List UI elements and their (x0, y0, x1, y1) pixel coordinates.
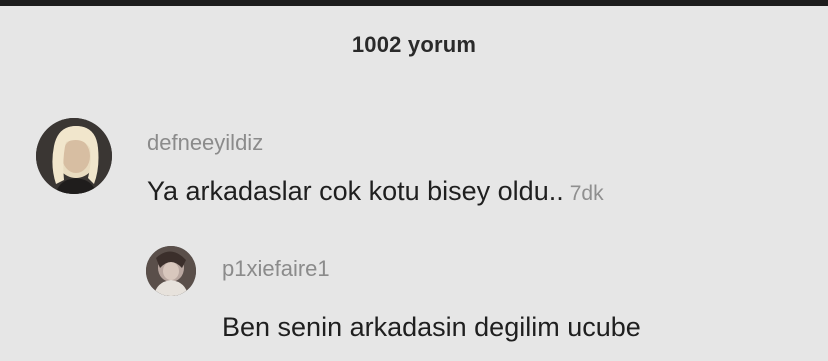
comment-text: Ya arkadaslar cok kotu bisey oldu.. 7dk (147, 176, 604, 207)
comment-timestamp: 7dk (569, 182, 604, 205)
comment-message: Ya arkadaslar cok kotu bisey oldu.. (147, 176, 564, 206)
comments-count-title: 1002 yorum (351, 32, 477, 57)
reply-avatar-image-icon (146, 246, 196, 296)
reply-text: Ben senin arkadasin degilim ucube (222, 312, 641, 342)
reply-item[interactable]: p1xiefaire1 Ben senin arkadasin degilim … (0, 240, 828, 361)
comment-item[interactable]: defneeyildiz Ya arkadaslar cok kotu bise… (0, 110, 828, 220)
comment-username[interactable]: defneeyildiz (147, 130, 263, 156)
reply-username[interactable]: p1xiefaire1 (222, 256, 330, 282)
top-edge-bar (0, 0, 828, 6)
user-avatar[interactable] (36, 118, 112, 194)
avatar-image-icon (36, 118, 112, 194)
reply-user-avatar[interactable] (146, 246, 196, 296)
